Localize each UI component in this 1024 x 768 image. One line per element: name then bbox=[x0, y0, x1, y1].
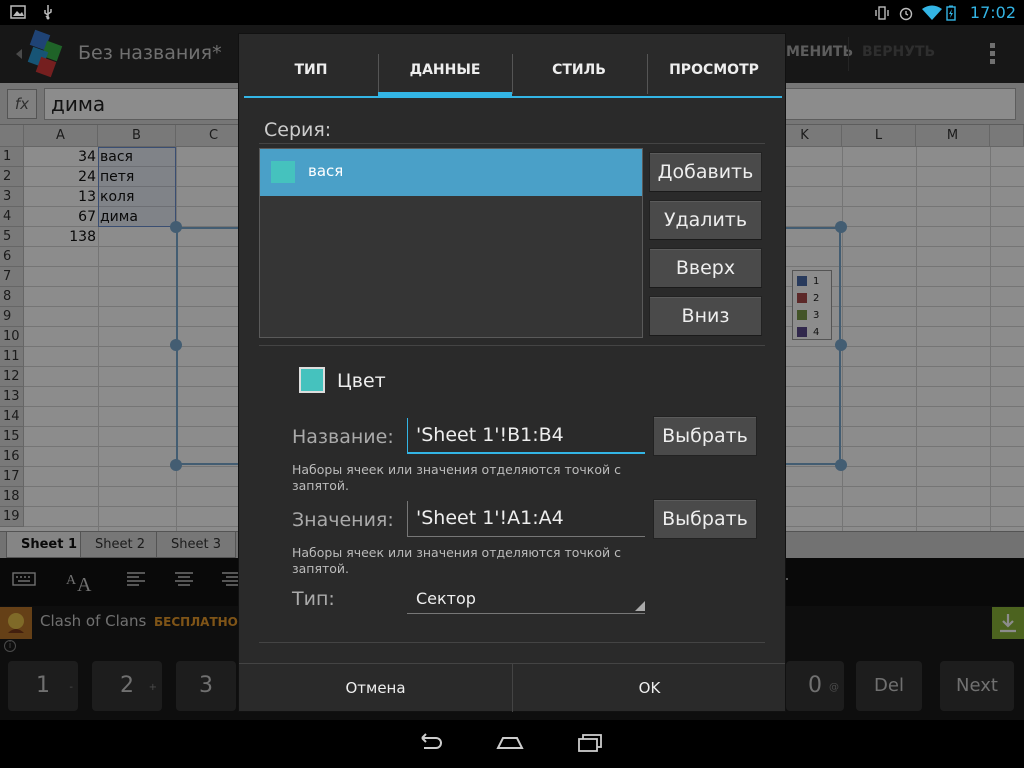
alarm-icon bbox=[898, 5, 914, 21]
series-list[interactable]: вася bbox=[259, 148, 643, 338]
dropdown-arrow-icon bbox=[635, 601, 645, 611]
name-field[interactable]: 'Sheet 1'!B1:B4 bbox=[407, 418, 645, 454]
type-dropdown[interactable]: Сектор bbox=[407, 584, 645, 614]
type-dropdown-value: Сектор bbox=[416, 589, 476, 608]
vibrate-icon bbox=[874, 5, 890, 21]
back-icon[interactable] bbox=[414, 730, 454, 758]
status-bar: 17:02 bbox=[0, 0, 1024, 25]
divider bbox=[259, 345, 765, 346]
values-hint: Наборы ячеек или значения отделяются точ… bbox=[292, 545, 621, 576]
chart-series-dialog: ТИП ДАННЫЕ СТИЛЬ ПРОСМОТР Серия: вася До… bbox=[238, 33, 786, 712]
home-icon[interactable] bbox=[494, 730, 534, 758]
cancel-button[interactable]: Отмена bbox=[239, 664, 512, 712]
series-label: Серия: bbox=[264, 119, 332, 141]
tab-style[interactable]: СТИЛЬ bbox=[512, 48, 646, 96]
color-label[interactable]: Цвет bbox=[337, 370, 386, 392]
navigation-bar bbox=[0, 720, 1024, 768]
usb-icon bbox=[40, 4, 56, 20]
name-label: Название: bbox=[292, 426, 394, 448]
name-hint: Наборы ячеек или значения отделяются точ… bbox=[292, 462, 621, 493]
ok-button[interactable]: OK bbox=[513, 664, 786, 712]
delete-series-button[interactable]: Удалить bbox=[649, 200, 762, 240]
recent-apps-icon[interactable] bbox=[574, 730, 614, 758]
active-tab-indicator bbox=[378, 92, 512, 97]
move-up-button[interactable]: Вверх bbox=[649, 248, 762, 288]
dialog-footer: Отмена OK bbox=[239, 663, 786, 712]
values-label: Значения: bbox=[292, 509, 394, 531]
type-label: Тип: bbox=[292, 588, 335, 610]
values-field[interactable]: 'Sheet 1'!A1:A4 bbox=[407, 501, 645, 537]
clock: 17:02 bbox=[969, 3, 1016, 22]
image-notification-icon bbox=[10, 4, 26, 20]
series-color-swatch bbox=[271, 161, 295, 183]
wifi-icon bbox=[921, 5, 942, 21]
tab-type[interactable]: ТИП bbox=[244, 48, 378, 96]
pick-values-button[interactable]: Выбрать bbox=[653, 499, 757, 539]
tab-data[interactable]: ДАННЫЕ bbox=[378, 48, 512, 96]
add-series-button[interactable]: Добавить bbox=[649, 152, 762, 192]
series-item-label: вася bbox=[308, 162, 344, 180]
pick-name-button[interactable]: Выбрать bbox=[653, 416, 757, 456]
series-item[interactable]: вася bbox=[260, 149, 642, 196]
battery-icon bbox=[946, 5, 962, 21]
tab-preview[interactable]: ПРОСМОТР bbox=[647, 48, 781, 96]
divider bbox=[259, 642, 765, 643]
divider bbox=[259, 143, 765, 144]
color-picker-swatch[interactable] bbox=[299, 367, 325, 393]
dialog-tabs: ТИП ДАННЫЕ СТИЛЬ ПРОСМОТР bbox=[244, 48, 782, 98]
move-down-button[interactable]: Вниз bbox=[649, 296, 762, 336]
